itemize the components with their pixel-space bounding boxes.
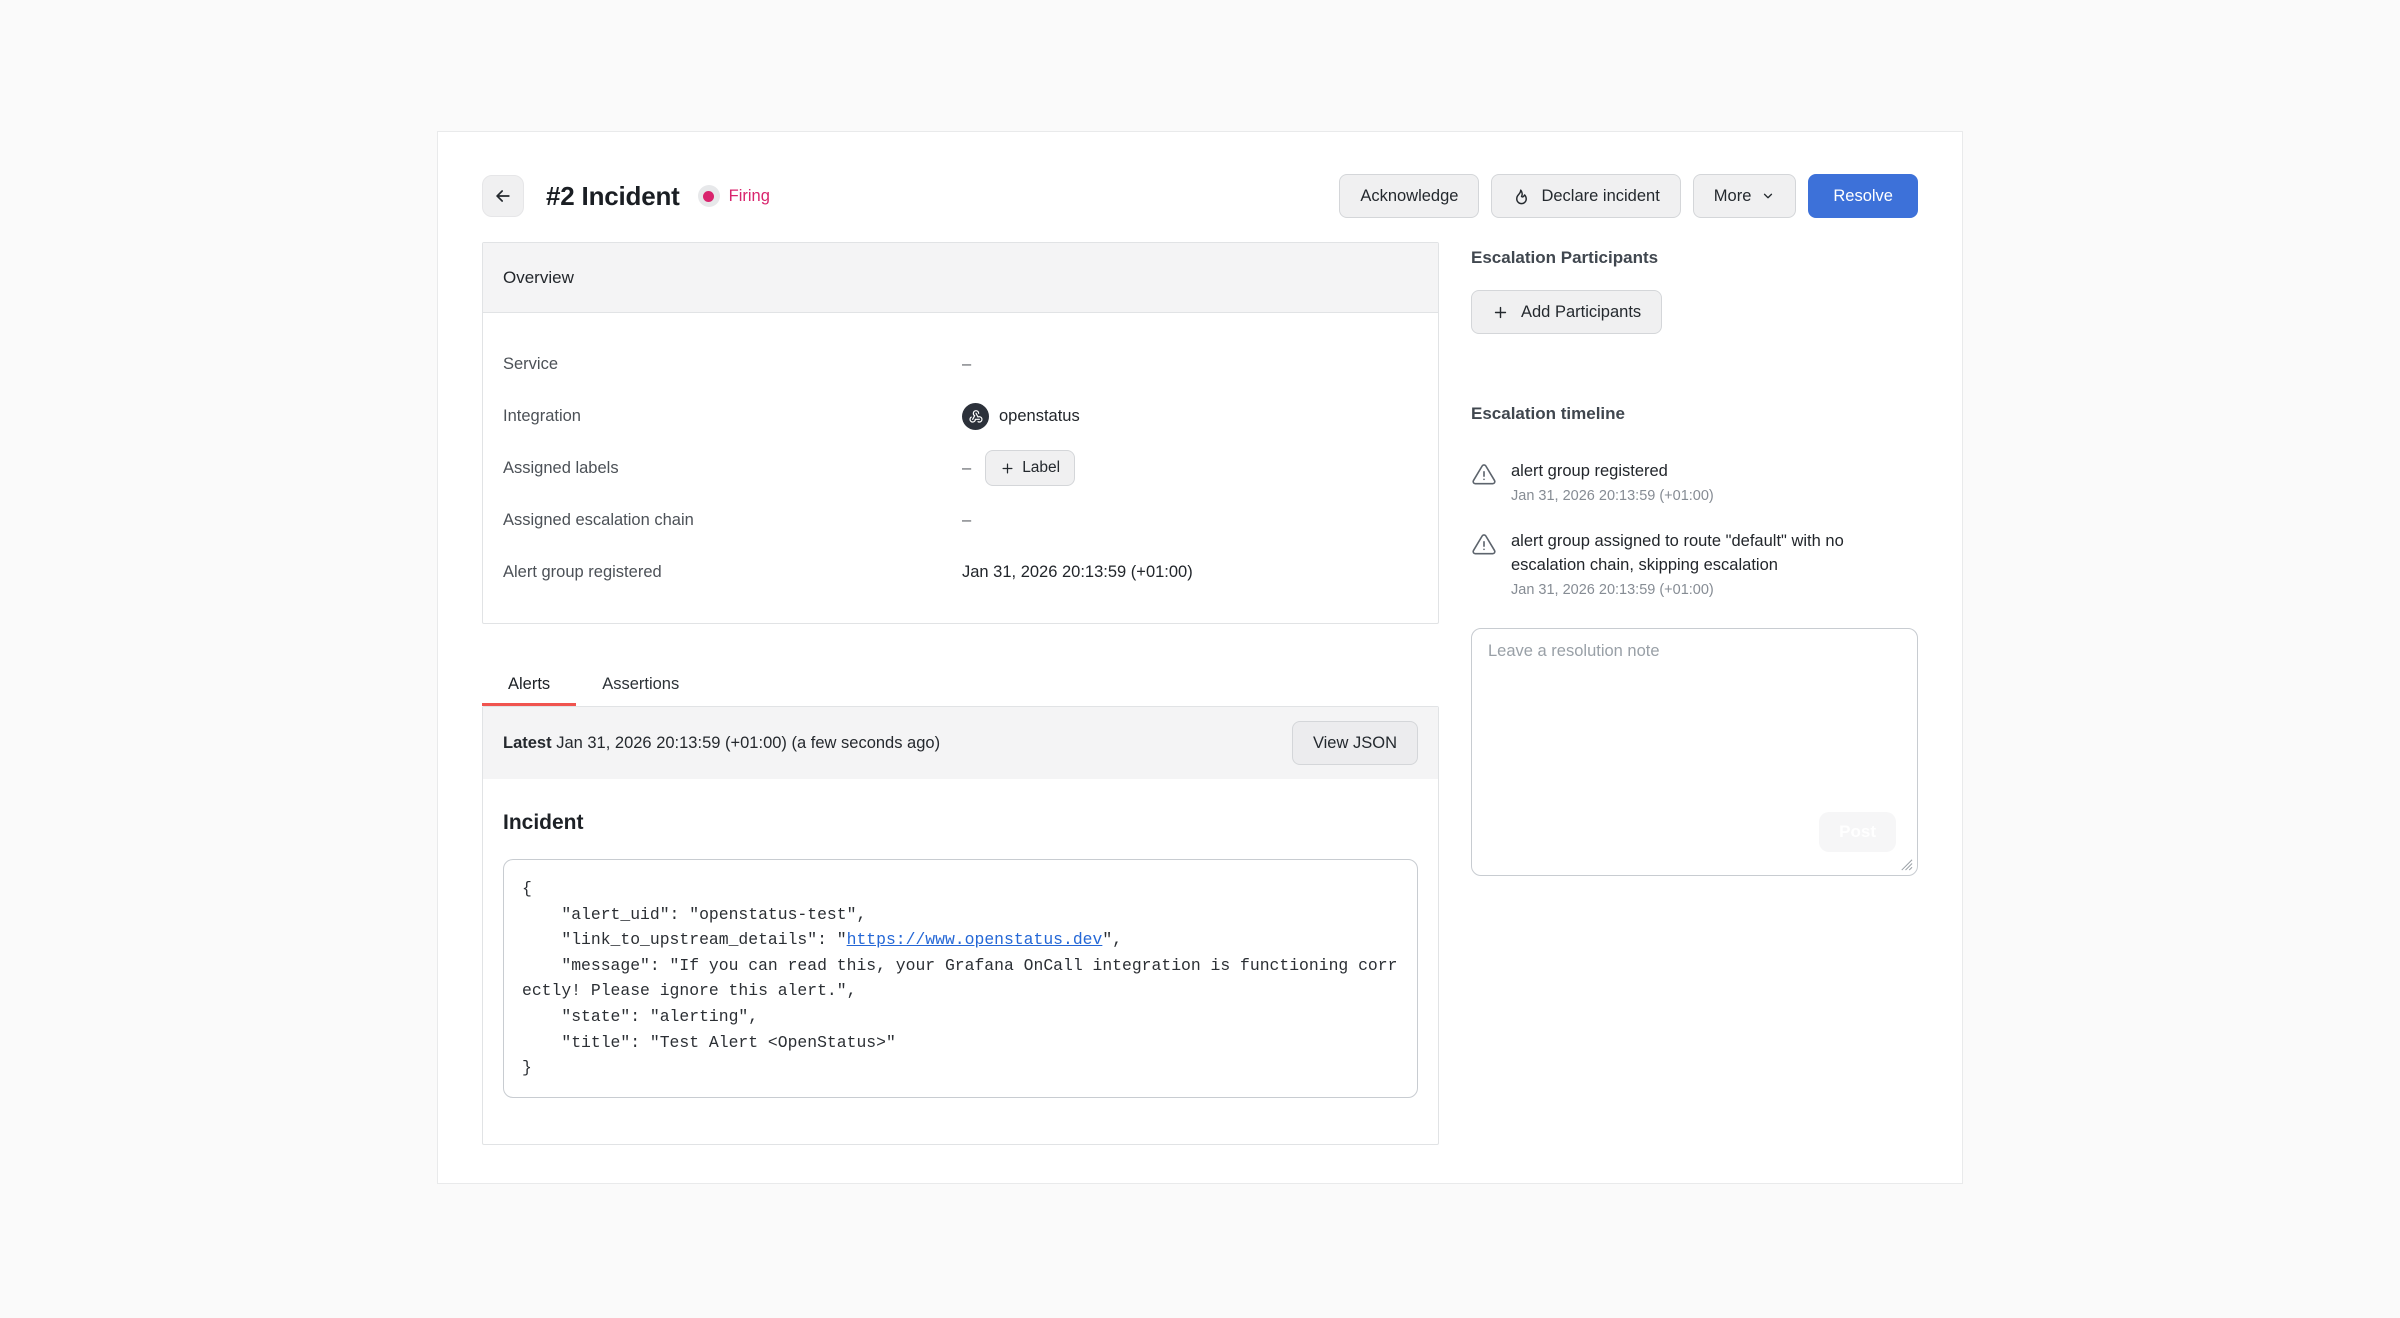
overview-row-alert-registered: Alert group registered Jan 31, 2026 20:1… [483,546,1438,598]
overview-row-escalation-chain: Assigned escalation chain – [483,494,1438,546]
plus-icon [1000,461,1015,476]
upstream-details-link[interactable]: https://www.openstatus.dev [847,930,1103,949]
back-button[interactable] [482,175,524,217]
more-button[interactable]: More [1693,174,1797,218]
page: { "header": { "title": "#2 Incident", "s… [0,0,2400,1318]
chevron-down-icon [1761,189,1775,203]
escalation-timeline-title: Escalation timeline [1471,404,1918,424]
view-json-button[interactable]: View JSON [1292,721,1418,765]
flame-icon [1512,187,1531,206]
latest-alert-time: Latest Jan 31, 2026 20:13:59 (+01:00) (a… [503,734,940,753]
alert-payload-json: { "alert_uid": "openstatus-test", "link_… [503,859,1418,1098]
escalation-participants-title: Escalation Participants [1471,248,1918,268]
resize-handle[interactable] [1898,856,1913,871]
acknowledge-button[interactable]: Acknowledge [1339,174,1479,218]
page-title: #2 Incident [546,181,680,212]
incident-card: #2 Incident Firing Acknowledge Declare i… [437,131,1963,1184]
alert-triangle-icon [1471,462,1497,504]
tab-alerts[interactable]: Alerts [482,666,576,706]
timeline-item-time: Jan 31, 2026 20:13:59 (+01:00) [1511,582,1918,598]
add-participants-button[interactable]: Add Participants [1471,290,1662,334]
overview-row-assigned-labels: Assigned labels – Label [483,442,1438,494]
overview-row-service: Service – [483,338,1438,390]
status-badge: Firing [698,185,770,207]
header-actions: Acknowledge Declare incident More Resolv… [1339,174,1918,218]
arrow-left-icon [493,186,513,206]
post-note-button[interactable]: Post [1819,812,1896,852]
incident-section-title: Incident [503,811,1418,835]
alert-tabs: Alerts Assertions [482,666,1439,706]
integration-name: openstatus [999,407,1080,426]
timeline-item: alert group registered Jan 31, 2026 20:1… [1471,460,1918,504]
firing-dot-icon [698,185,720,207]
latest-alert-bar: Latest Jan 31, 2026 20:13:59 (+01:00) (a… [483,707,1438,779]
overview-row-integration: Integration openstatus [483,390,1438,442]
escalation-sidebar: Escalation Participants Add Participants… [1471,242,1918,876]
status-label: Firing [729,187,770,206]
timeline-item: alert group assigned to route "default" … [1471,530,1918,598]
plus-icon [1492,304,1509,321]
overview-panel-title: Overview [483,243,1438,313]
timeline-item-time: Jan 31, 2026 20:13:59 (+01:00) [1511,488,1714,504]
alerts-panel: Latest Jan 31, 2026 20:13:59 (+01:00) (a… [482,706,1439,1145]
overview-panel: Overview Service – Integration openstatu… [482,242,1439,624]
incident-header: #2 Incident Firing Acknowledge Declare i… [482,174,1918,218]
timeline-item-text: alert group assigned to route "default" … [1511,530,1918,577]
resolve-button[interactable]: Resolve [1808,174,1918,218]
add-label-button[interactable]: Label [985,450,1075,486]
webhook-icon [962,403,989,430]
declare-incident-button[interactable]: Declare incident [1491,174,1680,218]
alert-triangle-icon [1471,532,1497,598]
main-column: Overview Service – Integration openstatu… [482,242,1439,1145]
tab-assertions[interactable]: Assertions [576,666,705,706]
resolution-note-area: Post [1471,628,1918,876]
timeline-item-text: alert group registered [1511,460,1714,483]
